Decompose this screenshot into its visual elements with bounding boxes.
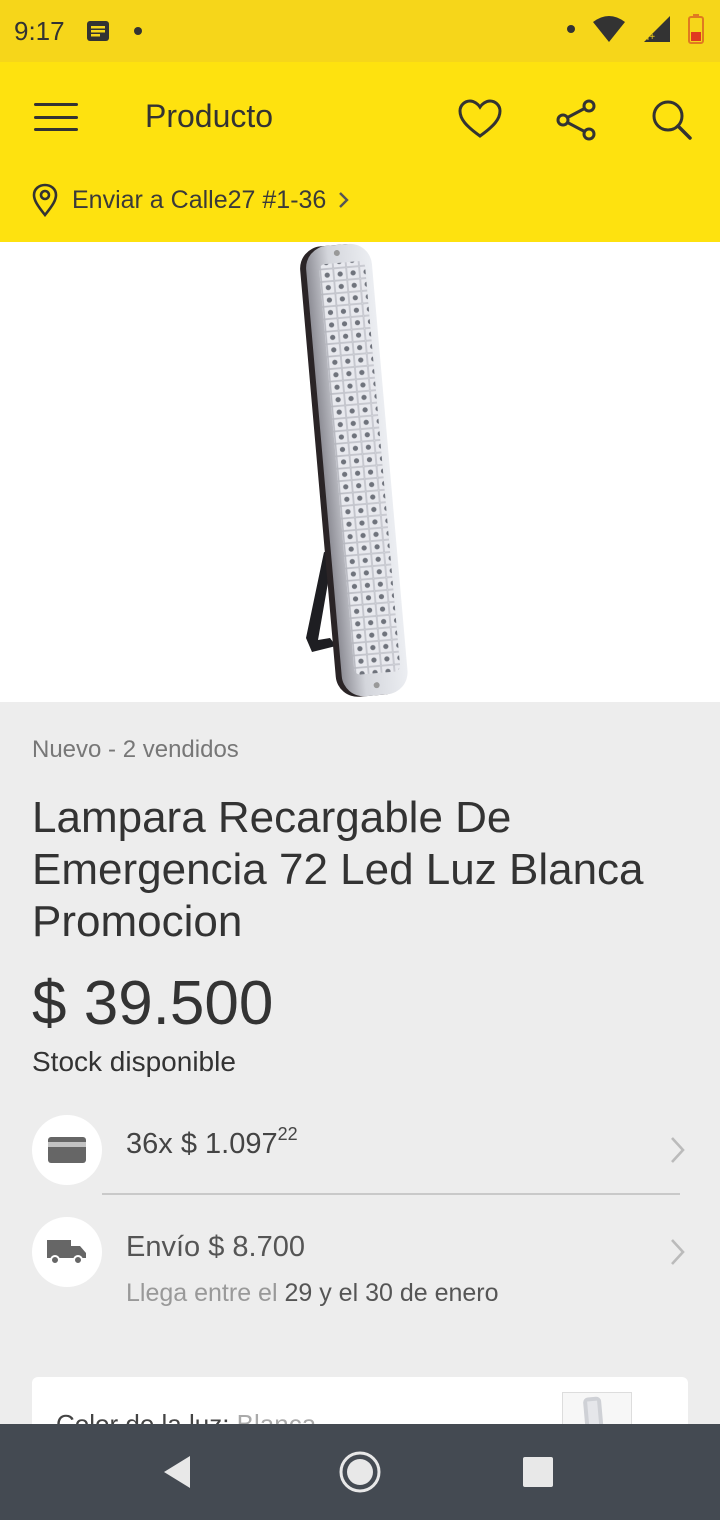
menu-icon-line: [34, 128, 78, 131]
menu-icon-line: [34, 103, 78, 106]
chevron-right-icon: [671, 1239, 685, 1265]
shipping-address: Enviar a Calle27 #1-36: [72, 185, 327, 214]
product-title: Lampara Recargable De Emergencia 72 Led …: [32, 793, 644, 946]
shipping-arrival-prefix: Llega entre el: [126, 1279, 278, 1307]
chevron-right-icon: [671, 1137, 685, 1163]
status-time: 9:17: [14, 15, 65, 46]
signal-icon: H+: [642, 16, 670, 43]
menu-button[interactable]: [34, 99, 78, 135]
recents-icon[interactable]: [514, 1448, 562, 1496]
app-header: Producto Enviar a Calle27 #1-36: [0, 62, 720, 242]
shipping-location[interactable]: Enviar a Calle27 #1-36: [30, 180, 354, 220]
shipping-arrival: Llega entre el 29 y el 30 de enero: [126, 1279, 499, 1308]
menu-icon-line: [34, 115, 78, 119]
back-icon[interactable]: [154, 1448, 202, 1496]
credit-card-icon-wrap: [32, 1115, 102, 1185]
dot-icon: [567, 25, 575, 33]
system-nav-bar: [0, 1424, 720, 1520]
search-icon[interactable]: [648, 96, 696, 144]
status-bar: 9:17 H+: [0, 0, 720, 62]
chevron-right-icon: [339, 192, 350, 208]
battery-icon: [688, 14, 704, 44]
truck-icon-wrap: [32, 1217, 102, 1287]
stock-status: Stock disponible: [32, 1046, 236, 1077]
installments-amount: $ 1.097: [180, 1128, 278, 1160]
home-icon[interactable]: [336, 1448, 384, 1496]
svg-text:H+: H+: [642, 32, 655, 43]
wifi-icon: [593, 16, 625, 42]
notification-icon: [86, 21, 109, 41]
heart-icon[interactable]: [456, 96, 504, 144]
installments-text: 36x $ 1.09722: [126, 1124, 298, 1161]
installments-cents: 22: [277, 1124, 298, 1144]
product-photo: [300, 243, 408, 697]
product-condition: Nuevo - 2 vendidos: [32, 736, 239, 763]
product-price: $ 39.500: [32, 969, 274, 1038]
installments-count: 36x: [126, 1128, 173, 1160]
shipping-cost: Envío $ 8.700: [126, 1231, 305, 1263]
share-icon[interactable]: [553, 96, 601, 144]
credit-card-icon: [48, 1137, 86, 1163]
shipping-arrival-dates: 29 y el 30 de enero: [284, 1279, 499, 1307]
product-image[interactable]: [0, 242, 720, 702]
location-pin-icon: [32, 183, 58, 217]
truck-icon: [47, 1240, 86, 1265]
divider: [102, 1193, 680, 1195]
page-title: Producto: [145, 98, 274, 134]
dot-icon: [133, 27, 142, 35]
